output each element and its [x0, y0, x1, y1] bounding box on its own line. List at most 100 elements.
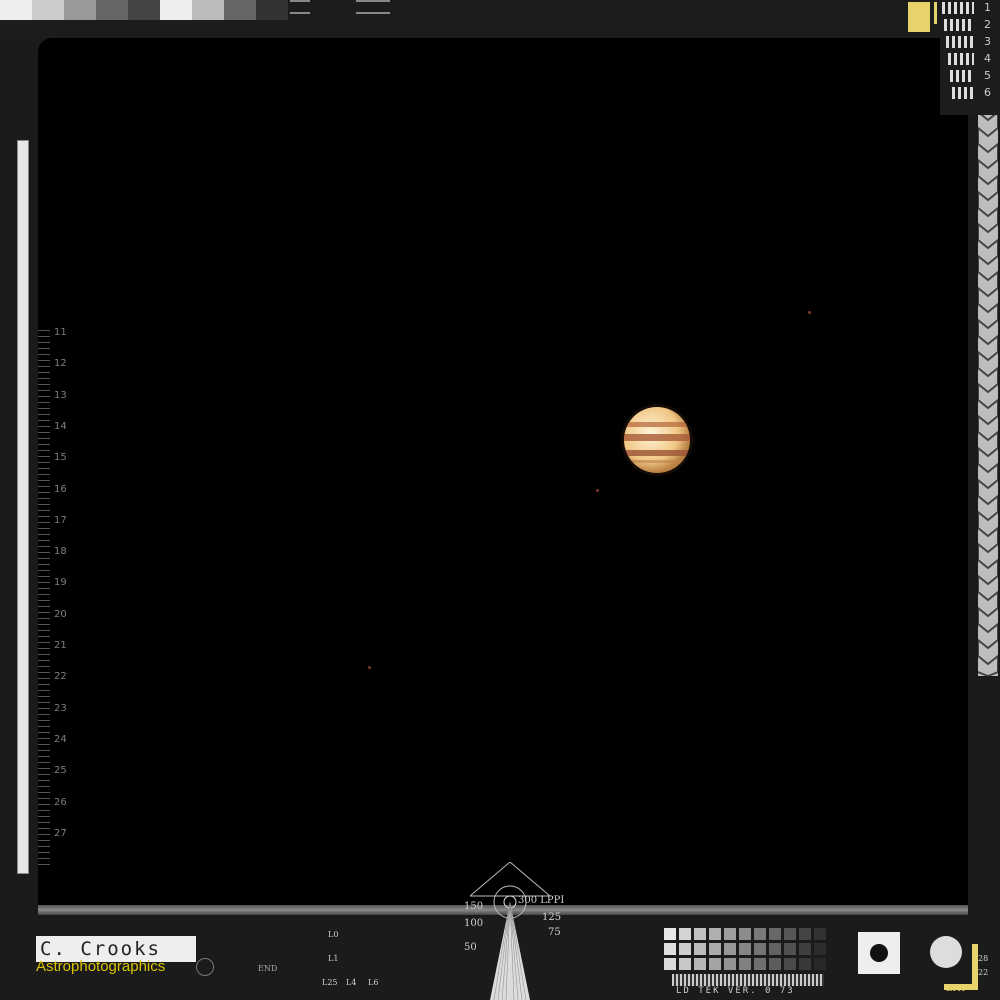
gray-step-cell	[694, 928, 706, 940]
scale-label: 24	[54, 733, 67, 745]
gray-step-cell	[784, 958, 796, 970]
scale-label: 20	[54, 608, 67, 620]
gray-step-cell	[724, 928, 736, 940]
gray-step-cell	[754, 958, 766, 970]
lppi-value: 150	[464, 901, 484, 912]
gray-step-cell	[754, 928, 766, 940]
corner-label: LTH	[946, 984, 966, 994]
resolution-bars	[950, 70, 974, 82]
target-label: L1	[328, 954, 339, 963]
moon-dot	[808, 311, 811, 314]
gray-step-cell	[769, 928, 781, 940]
gray-step-cell	[769, 943, 781, 955]
gray-step-cell	[709, 928, 721, 940]
zigzag-pattern	[977, 109, 999, 678]
left-ruler	[38, 330, 50, 870]
lppi-value: 75	[548, 927, 561, 938]
resolution-number: 4	[984, 52, 991, 65]
gray-swatch	[128, 0, 160, 20]
lppi-value: 50	[464, 942, 477, 953]
scale-label: 12	[54, 358, 67, 370]
registration-mark	[858, 932, 900, 974]
left-edge-strip	[17, 140, 29, 874]
scale-label: 13	[54, 389, 67, 401]
line-marker	[356, 0, 390, 14]
barcode	[672, 974, 824, 986]
scale-label: 25	[54, 765, 67, 777]
gray-step-cell	[784, 943, 796, 955]
gray-step-cell	[814, 928, 826, 940]
scale-label: 16	[54, 483, 67, 495]
gray-step-cell	[664, 958, 676, 970]
dot-icon	[870, 944, 888, 962]
lppi-value: 100	[464, 918, 484, 929]
resolution-number: 2	[984, 18, 991, 31]
scale-label: 19	[54, 577, 67, 589]
resolution-bars	[952, 87, 974, 99]
gray-swatch	[64, 0, 96, 20]
gray-step-cell	[769, 958, 781, 970]
gray-step-cell	[754, 943, 766, 955]
gray-swatch	[160, 0, 192, 20]
gray-step-cell	[679, 958, 691, 970]
circle-outline	[196, 958, 214, 976]
gray-step-cell	[799, 958, 811, 970]
resolution-number: 6	[984, 86, 991, 99]
scale-label: 15	[54, 452, 67, 464]
resolution-chart: 1 2 3 4 5 6	[940, 0, 1000, 115]
gray-step-cell	[814, 943, 826, 955]
night-sky	[38, 38, 968, 908]
resolution-number: 3	[984, 35, 991, 48]
lppi-label: 300 LPPI	[518, 895, 565, 906]
gray-swatch	[224, 0, 256, 20]
lppi-target	[470, 862, 552, 1000]
scale-label: 11	[54, 327, 67, 338]
gray-swatch	[0, 0, 32, 20]
gray-step-cell	[709, 943, 721, 955]
gray-step-cell	[679, 943, 691, 955]
lppi-value: 125	[542, 912, 562, 923]
scale-label: 26	[54, 796, 67, 808]
gray-step-cell	[739, 958, 751, 970]
resolution-bars	[942, 2, 974, 14]
top-bar	[0, 0, 1000, 38]
resolution-bars	[944, 19, 974, 31]
test-target-block: L0 L1 L25 L4 L6	[318, 930, 382, 992]
gray-step-cell	[679, 928, 691, 940]
gray-step-cell	[724, 958, 736, 970]
gray-swatch	[32, 0, 64, 20]
scale-label: 27	[54, 827, 67, 839]
jupiter-planet	[621, 404, 693, 476]
watermark-name: C. Crooks	[40, 938, 161, 960]
scale-label: 18	[54, 546, 67, 558]
right-edge-strip	[977, 109, 999, 678]
target-label: L0	[328, 930, 339, 939]
scale-label: 14	[54, 420, 67, 432]
gray-step-cell	[739, 943, 751, 955]
gray-step-cell	[709, 958, 721, 970]
gray-step-cell	[664, 928, 676, 940]
watermark-tagline: Astrophotographics	[36, 958, 166, 975]
gray-swatch	[256, 0, 288, 20]
scale-label: 17	[54, 514, 67, 526]
gray-step-cell	[739, 928, 751, 940]
gray-step-cell	[799, 928, 811, 940]
small-number: 22	[978, 968, 989, 977]
moon-dot	[368, 666, 371, 669]
bottom-code: LD TEK VER. 0 73	[676, 986, 795, 996]
scale-label: 23	[54, 702, 67, 714]
resolution-number: 5	[984, 69, 991, 82]
small-number: 28	[978, 954, 989, 963]
line-marker	[290, 0, 310, 14]
target-label: L6	[368, 978, 379, 987]
gray-step-cell	[724, 943, 736, 955]
resolution-bars	[946, 36, 974, 48]
resolution-number: 1	[984, 1, 991, 14]
scale-label: 22	[54, 671, 67, 683]
resolution-bars	[948, 53, 974, 65]
gray-step-cell	[694, 943, 706, 955]
gray-step-grid	[664, 928, 834, 972]
target-label: L4	[346, 978, 357, 987]
film-frame: 11 12 13 14 15 16 17 18 19 20 21 22 23 24 25 26 27 12345…	[0, 0, 1000, 1000]
gray-swatch	[96, 0, 128, 20]
